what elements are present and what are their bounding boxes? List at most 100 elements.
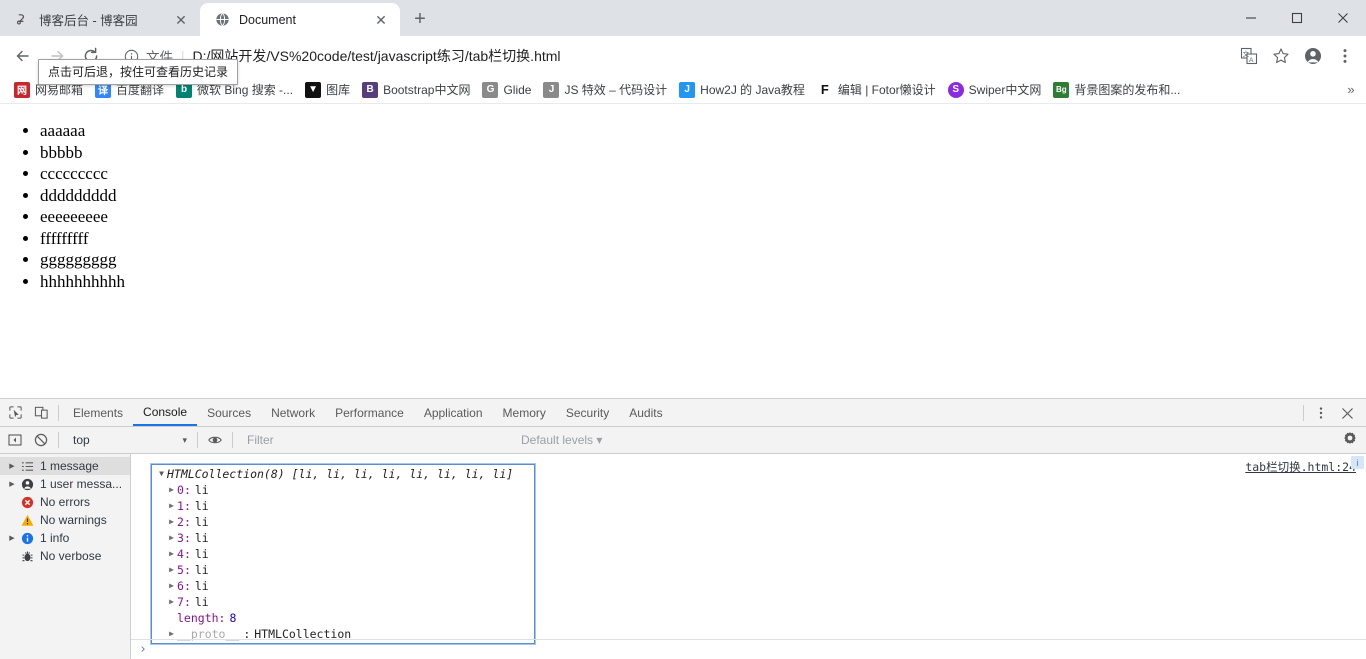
bookmark-favicon-icon: Bg — [1053, 81, 1070, 98]
tab-security[interactable]: Security — [556, 399, 619, 426]
bookmark-item-7[interactable]: J How2J 的 Java教程 — [673, 79, 811, 100]
close-button[interactable] — [1320, 0, 1366, 36]
console-prompt[interactable]: › — [131, 639, 1366, 659]
sidebar-item-info[interactable]: ▶ 1 info — [0, 529, 130, 547]
tab-console[interactable]: Console — [133, 399, 198, 426]
bookmark-item-8[interactable]: F 编辑 | Fotor懒设计 — [811, 79, 942, 100]
tab-elements[interactable]: Elements — [63, 399, 133, 426]
object-entry-row[interactable]: ▶ 1: li — [152, 498, 534, 514]
address-bar[interactable]: 文件 | D:/网站开发/VS%20code/test/javascript练习… — [114, 42, 1232, 70]
object-header-row[interactable]: ▼ HTMLCollection(8) [li, li, li, li, li,… — [152, 456, 1364, 482]
url-text: D:/网站开发/VS%20code/test/javascript练习/tab栏… — [192, 48, 561, 64]
chevron-right-icon[interactable]: ▶ — [166, 562, 177, 578]
bookmark-favicon-text: S — [952, 84, 959, 95]
inspect-element-icon[interactable] — [2, 400, 28, 426]
bookmark-site-icon — [14, 12, 30, 28]
chevron-down-icon: ▾ — [596, 433, 603, 447]
chevron-right-icon[interactable]: ▶ — [166, 578, 177, 594]
sidebar-item-label: No verbose — [40, 549, 102, 563]
tab-memory[interactable]: Memory — [493, 399, 556, 426]
tab-audits[interactable]: Audits — [619, 399, 672, 426]
devtools-panel: Elements Console Sources Network Perform… — [0, 398, 1366, 659]
tab-application[interactable]: Application — [414, 399, 493, 426]
toolbar-divider — [58, 404, 59, 421]
list-item[interactable]: ccccccccc — [40, 163, 1366, 185]
sidebar-item-errors[interactable]: No errors — [0, 493, 130, 511]
bookmark-favicon-icon: ▼ — [305, 81, 322, 98]
tab-network[interactable]: Network — [261, 399, 325, 426]
bookmark-item-3[interactable]: ▼ 图库 — [299, 79, 356, 100]
object-entry-row[interactable]: ▶ 3: li — [152, 530, 534, 546]
list-item[interactable]: eeeeeeeee — [40, 206, 1366, 228]
object-entry-row[interactable]: ▶ 2: li — [152, 514, 534, 530]
three-dot-menu-icon[interactable] — [1330, 41, 1360, 71]
minimize-button[interactable] — [1228, 0, 1274, 36]
list-item[interactable]: fffffffff — [40, 228, 1366, 250]
sidebar-item-verbose[interactable]: No verbose — [0, 547, 130, 565]
bookmark-label: 编辑 | Fotor懒设计 — [837, 83, 936, 97]
js-context-select[interactable]: top ▾ — [63, 430, 193, 450]
list-icon — [18, 460, 36, 473]
account-circle-icon[interactable] — [1298, 41, 1328, 71]
chevron-right-icon[interactable]: ▶ — [166, 514, 177, 530]
bookmark-favicon-text: F — [820, 82, 829, 97]
translate-icon[interactable]: 文 A — [1234, 41, 1264, 71]
tab-performance[interactable]: Performance — [325, 399, 414, 426]
browser-tab-0[interactable]: 博客后台 - 博客园 ✕ — [0, 3, 200, 36]
toolbar-divider — [58, 432, 59, 448]
tab-close-button[interactable]: ✕ — [372, 11, 390, 29]
show-console-sidebar-icon[interactable] — [2, 427, 28, 453]
log-levels-select[interactable]: Default levels ▾ — [521, 433, 602, 447]
list-item[interactable]: bbbbb — [40, 142, 1366, 164]
toolbar-divider — [197, 432, 198, 448]
bookmark-item-6[interactable]: J JS 特效 – 代码设计 — [537, 79, 673, 100]
sidebar-item-warnings[interactable]: No warnings — [0, 511, 130, 529]
bookmark-item-10[interactable]: Bg 背景图案的发布和... — [1047, 79, 1186, 100]
chevron-right-icon[interactable]: ▶ — [166, 546, 177, 562]
bookmark-item-4[interactable]: B Bootstrap中文网 — [356, 79, 476, 100]
object-entry-row[interactable]: ▶ 0: li — [152, 482, 534, 498]
chevron-down-icon[interactable]: ▼ — [156, 466, 167, 482]
chevron-right-icon[interactable]: ▶ — [166, 498, 177, 514]
back-button[interactable] — [8, 41, 38, 71]
three-dot-menu-icon[interactable] — [1308, 400, 1334, 426]
object-entry-row[interactable]: ▶ 4: li — [152, 546, 534, 562]
sidebar-item-user-messages[interactable]: ▶ 1 user messa... — [0, 475, 130, 493]
chevron-right-icon[interactable]: ▶ — [6, 480, 18, 488]
device-toolbar-icon[interactable] — [28, 400, 54, 426]
bookmark-label: Glide — [503, 82, 532, 97]
chevron-right-icon[interactable]: ▶ — [6, 534, 18, 542]
new-tab-button[interactable]: + — [406, 5, 434, 33]
list-item[interactable]: hhhhhhhhhh — [40, 271, 1366, 293]
chevron-right-icon[interactable]: ▶ — [166, 594, 177, 610]
object-entry-row[interactable]: ▶ 7: li — [152, 594, 534, 610]
object-entry-row[interactable]: ▶ 5: li — [152, 562, 534, 578]
live-expression-icon[interactable] — [202, 427, 228, 453]
sidebar-item-label: 1 user messa... — [40, 477, 123, 491]
console-sidebar: ▶ 1 message ▶ 1 user messa... No errors … — [0, 454, 131, 659]
console-filter-input[interactable]: Filter — [237, 433, 517, 447]
star-icon[interactable] — [1266, 41, 1296, 71]
bookmark-favicon-icon: F — [817, 82, 833, 98]
maximize-button[interactable] — [1274, 0, 1320, 36]
list-item[interactable]: ggggggggg — [40, 249, 1366, 271]
bookmark-item-5[interactable]: G Glide — [476, 80, 537, 100]
tab-close-button[interactable]: ✕ — [172, 11, 190, 29]
chevron-right-icon[interactable]: ▶ — [166, 530, 177, 546]
bookmarks-overflow-button[interactable]: » — [1340, 79, 1362, 101]
list-item[interactable]: aaaaaa — [40, 120, 1366, 142]
chevron-right-icon[interactable]: ▶ — [166, 482, 177, 498]
bookmark-item-9[interactable]: S Swiper中文网 — [942, 79, 1048, 100]
close-icon[interactable] — [1334, 400, 1360, 426]
tab-sources[interactable]: Sources — [197, 399, 261, 426]
bookmark-favicon-text: b — [180, 84, 188, 95]
object-length-value: 8 — [229, 611, 237, 625]
clear-console-icon[interactable] — [28, 427, 54, 453]
object-entry-row[interactable]: ▶ 6: li — [152, 578, 534, 594]
sidebar-item-messages[interactable]: ▶ 1 message — [0, 457, 130, 475]
bookmark-favicon-icon: G — [482, 81, 499, 98]
browser-tab-1[interactable]: Document ✕ — [200, 3, 400, 36]
list-item[interactable]: ddddddddd — [40, 185, 1366, 207]
chevron-right-icon[interactable]: ▶ — [6, 462, 18, 470]
gear-icon[interactable] — [1342, 431, 1358, 447]
